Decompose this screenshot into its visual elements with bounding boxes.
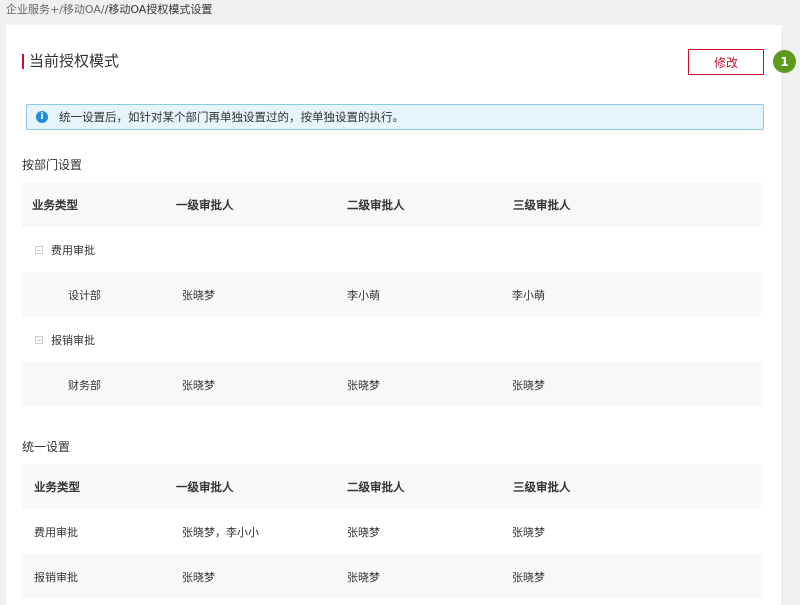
breadcrumb: 企业服务+/移动OA//移动OA授权模式设置 xyxy=(6,2,212,18)
table-row: 费用审批 张晓梦，李小小 张晓梦 张晓梦 xyxy=(22,509,761,554)
dept-name: 设计部 xyxy=(68,288,101,302)
column-header: 一级审批人 xyxy=(176,479,234,494)
approver-level1: 张晓梦 xyxy=(182,570,215,584)
column-header: 业务类型 xyxy=(34,479,80,494)
title-accent-bar xyxy=(22,53,24,69)
column-header: 一级审批人 xyxy=(176,197,234,212)
modify-button[interactable]: 修改 xyxy=(688,49,764,75)
column-header: 二级审批人 xyxy=(347,197,405,212)
approver-level2: 张晓梦 xyxy=(347,525,380,539)
column-header: 三级审批人 xyxy=(513,479,571,494)
notice-banner: i 统一设置后，如针对某个部门再单独设置过的，按单独设置的执行。 xyxy=(26,104,764,130)
approver-level1: 张晓梦 xyxy=(182,288,215,302)
section-title-unified: 统一设置 xyxy=(22,440,71,454)
column-header: 三级审批人 xyxy=(513,197,571,212)
notice-text: 统一设置后，如针对某个部门再单独设置过的，按单独设置的执行。 xyxy=(59,110,404,124)
approver-level3: 张晓梦 xyxy=(512,570,545,584)
approver-level2: 李小萌 xyxy=(347,288,380,302)
approver-level3: 张晓梦 xyxy=(512,525,545,539)
group-label: 报销审批 xyxy=(35,317,95,362)
collapse-icon[interactable] xyxy=(35,335,43,344)
breadcrumb-current: /移动OA授权模式设置 xyxy=(104,3,213,16)
unified-table: 业务类型 一级审批人 二级审批人 三级审批人 费用审批 张晓梦，李小小 张晓梦 … xyxy=(22,464,761,599)
column-header: 业务类型 xyxy=(32,197,78,212)
business-type: 费用审批 xyxy=(34,525,78,539)
table-header-row: 业务类型 一级审批人 二级审批人 三级审批人 xyxy=(22,464,761,509)
group-name: 费用审批 xyxy=(51,243,95,257)
approver-level3: 李小萌 xyxy=(512,288,545,302)
main-card: 当前授权模式 修改 i 统一设置后，如针对某个部门再单独设置过的，按单独设置的执… xyxy=(6,25,781,605)
group-label: 费用审批 xyxy=(35,227,95,272)
info-icon: i xyxy=(36,111,48,123)
approver-level1: 张晓梦，李小小 xyxy=(182,525,259,539)
page-title: 当前授权模式 xyxy=(29,52,120,70)
breadcrumb-path[interactable]: 企业服务+/移动OA/ xyxy=(6,3,105,16)
column-header: 二级审批人 xyxy=(347,479,405,494)
title-bar: 当前授权模式 xyxy=(22,53,119,69)
dept-name: 财务部 xyxy=(68,378,101,392)
group-row-expense[interactable]: 费用审批 xyxy=(22,227,761,272)
approver-level1: 张晓梦 xyxy=(182,378,215,392)
group-row-reimbursement[interactable]: 报销审批 xyxy=(22,317,761,362)
step-number-badge: 1 xyxy=(773,50,796,73)
table-row: 设计部 张晓梦 李小萌 李小萌 xyxy=(22,272,761,317)
approver-level3: 张晓梦 xyxy=(512,378,545,392)
business-type: 报销审批 xyxy=(34,570,78,584)
department-table: 业务类型 一级审批人 二级审批人 三级审批人 费用审批 设计部 张晓梦 李小萌 … xyxy=(22,182,761,407)
table-header-row: 业务类型 一级审批人 二级审批人 三级审批人 xyxy=(22,182,761,227)
approver-level2: 张晓梦 xyxy=(347,570,380,584)
collapse-icon[interactable] xyxy=(35,245,43,254)
group-name: 报销审批 xyxy=(51,333,95,347)
table-row: 财务部 张晓梦 张晓梦 张晓梦 xyxy=(22,362,761,407)
table-row: 报销审批 张晓梦 张晓梦 张晓梦 xyxy=(22,554,761,599)
section-title-by-department: 按部门设置 xyxy=(22,158,83,172)
approver-level2: 张晓梦 xyxy=(347,378,380,392)
